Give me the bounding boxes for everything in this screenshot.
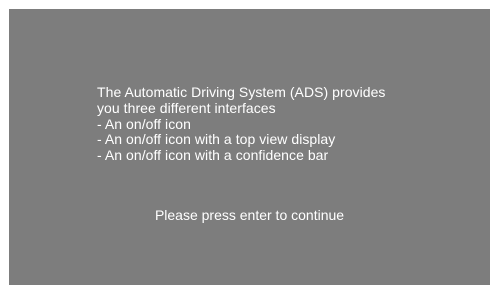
interface-list-item: - An on/off icon [97,115,191,132]
intro-line: you three different interfaces [97,99,276,116]
continue-prompt: Please press enter to continue [154,207,345,223]
intro-line: The Automatic Driving System (ADS) provi… [97,84,386,100]
instruction-screen: The Automatic Driving System (ADS) provi… [9,9,490,285]
intro-text: The Automatic Driving System (ADS) provi… [97,84,437,164]
interface-list-item: - An on/off icon with a confidence bar [97,147,329,164]
interface-list-item: - An on/off icon with a top view display [97,131,336,148]
